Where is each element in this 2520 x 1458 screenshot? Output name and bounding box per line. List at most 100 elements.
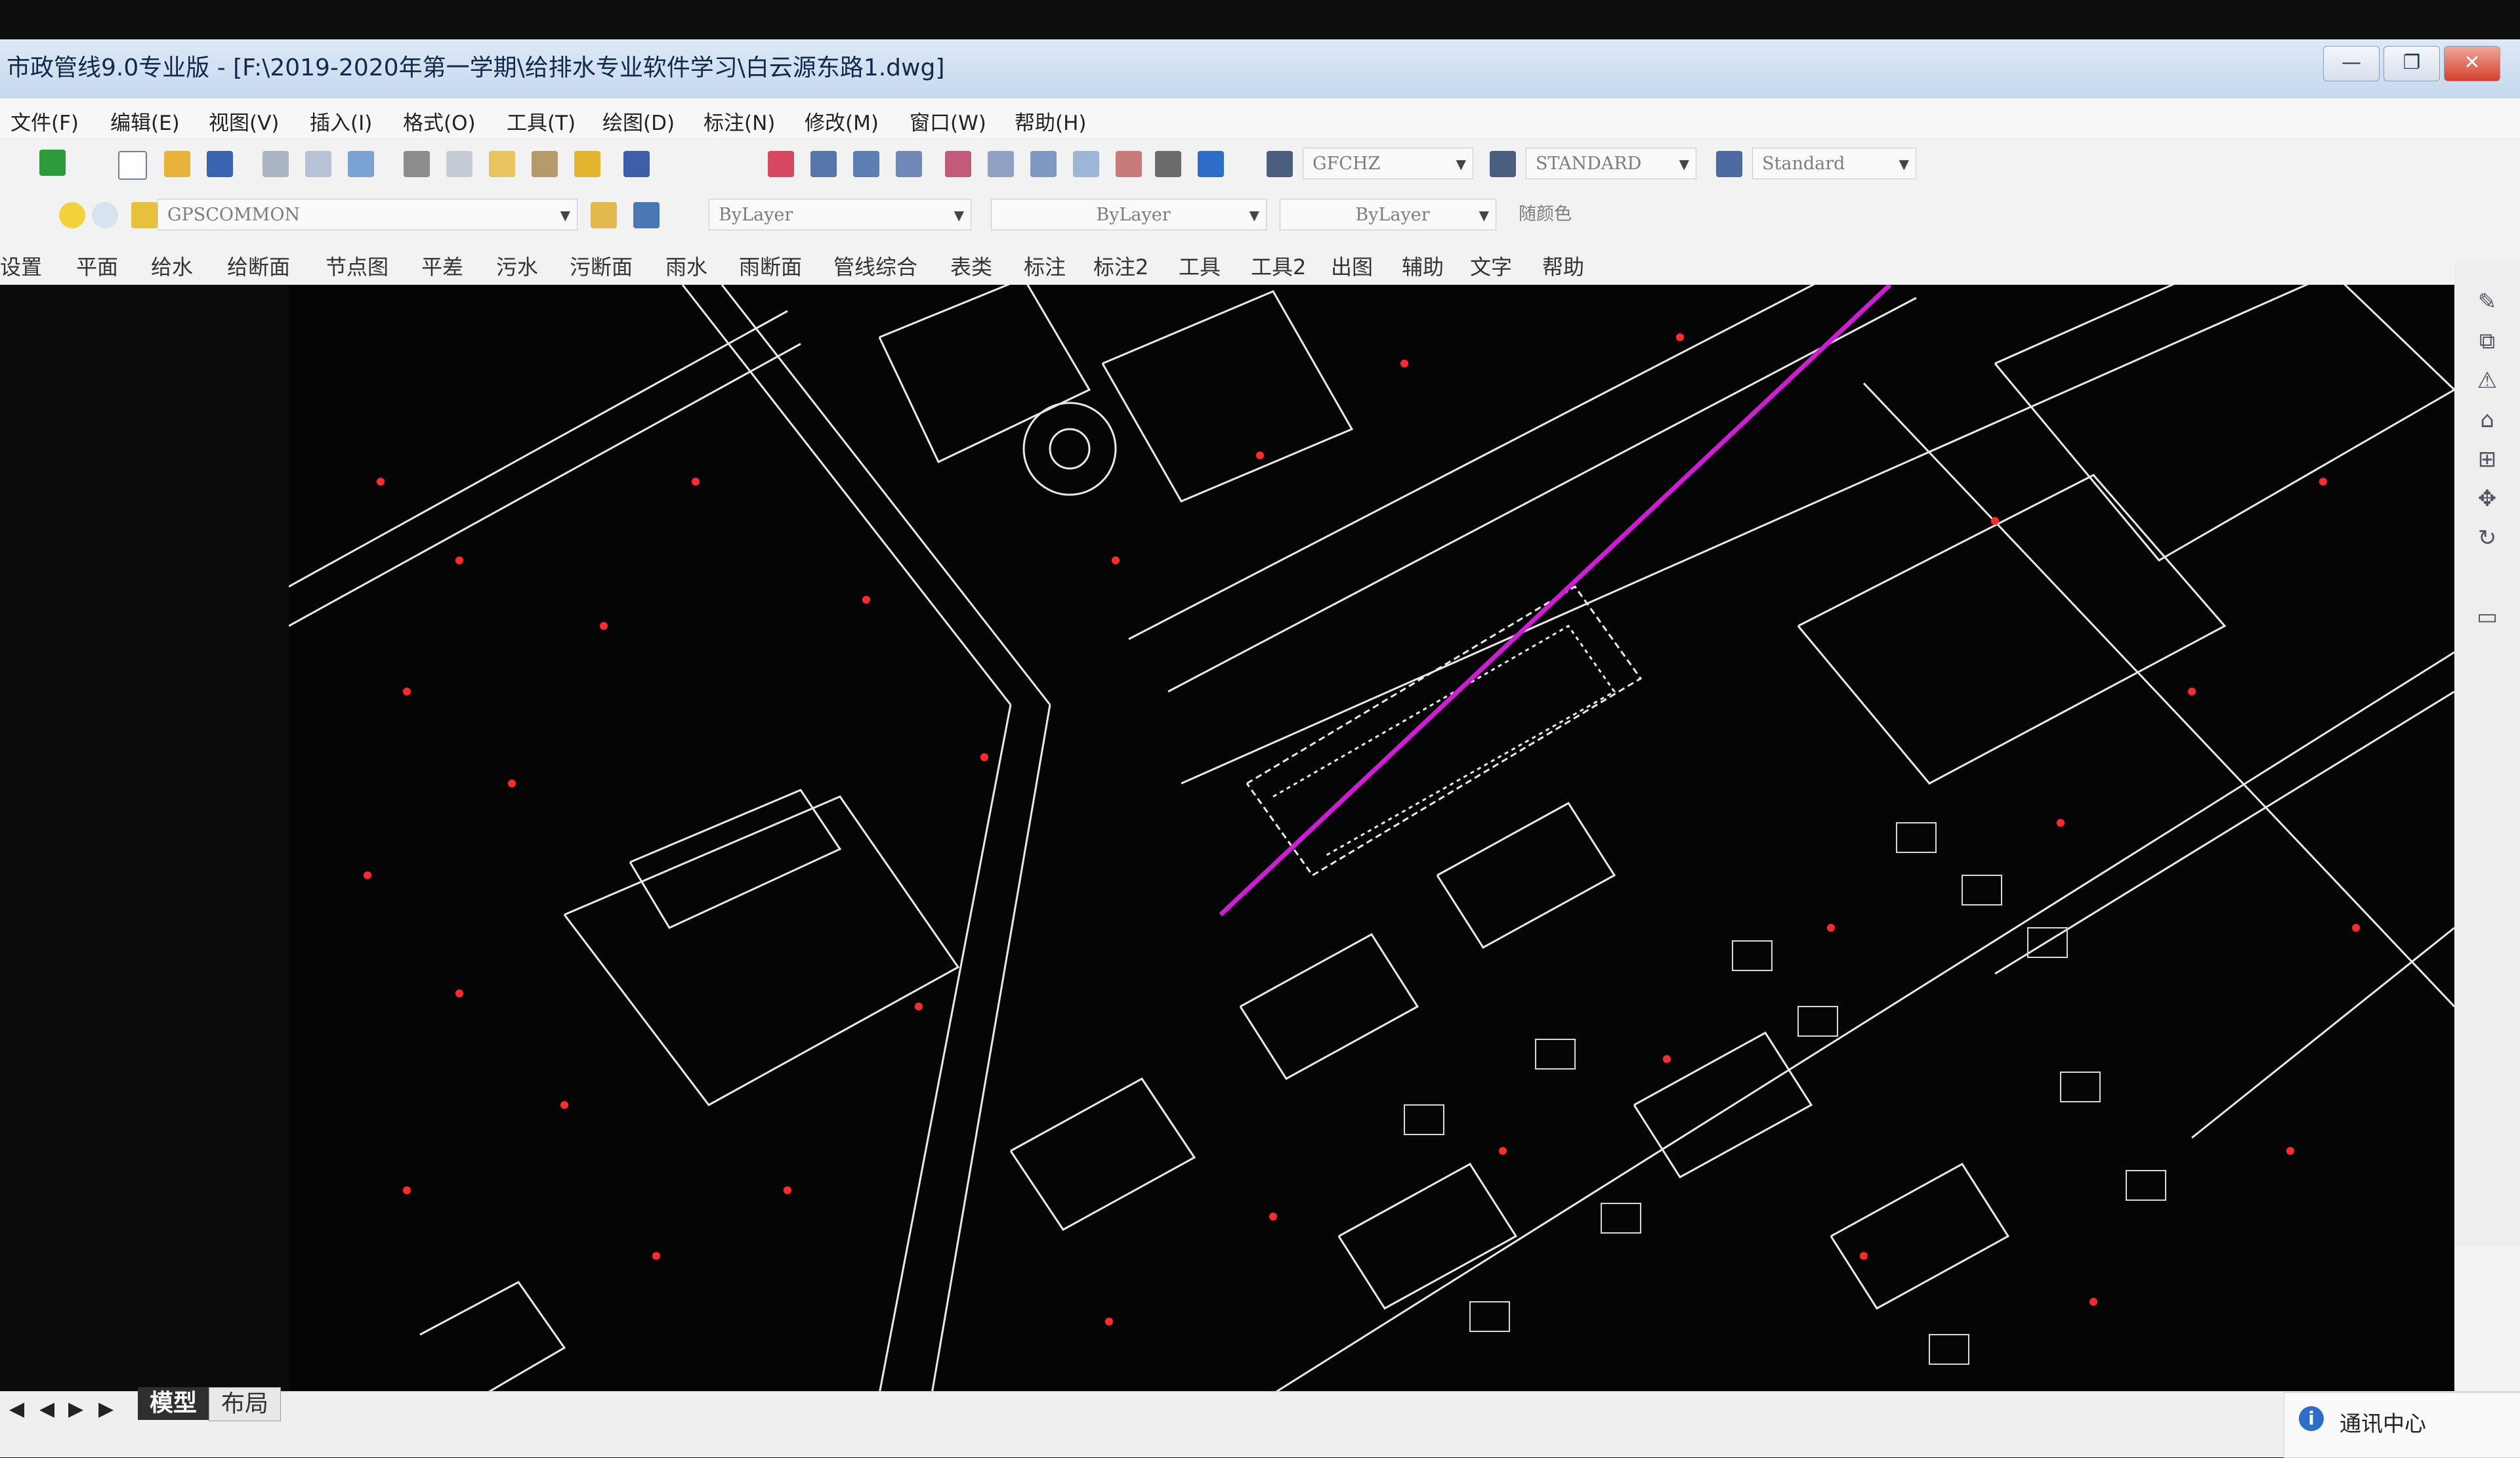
roundabout <box>1022 402 1117 496</box>
ribbon-annotate[interactable]: 标注 <box>1024 251 1066 281</box>
linetype-select[interactable]: ByLayer ▼ <box>991 199 1267 230</box>
zoom-realtime-icon[interactable] <box>810 151 837 177</box>
copy-object-icon[interactable]: ⧉ <box>2474 328 2500 354</box>
match-properties-icon[interactable] <box>532 151 558 177</box>
drawing-canvas[interactable] <box>289 285 2454 1394</box>
menu-dimension[interactable]: 标注(N) <box>704 106 775 136</box>
ribbon-sewage-section[interactable]: 污断面 <box>570 251 633 281</box>
ribbon-settings[interactable]: 设置 <box>0 251 42 281</box>
save-icon[interactable] <box>207 151 233 177</box>
erase-icon[interactable]: ✎ <box>2474 289 2500 315</box>
new-icon[interactable] <box>118 151 147 180</box>
paste-icon[interactable] <box>489 151 515 177</box>
lineweight-select[interactable]: ByLayer ▼ <box>1280 199 1496 230</box>
ribbon-sewage[interactable]: 污水 <box>496 251 538 281</box>
minimize-button[interactable]: — <box>2323 46 2380 81</box>
publish-icon[interactable] <box>348 151 374 177</box>
survey-point <box>403 1186 411 1194</box>
offset-icon[interactable]: ⌂ <box>2474 407 2500 433</box>
ribbon-annotate-2[interactable]: 标注2 <box>1093 251 1148 281</box>
markup-icon[interactable] <box>1116 151 1142 177</box>
survey-point <box>2057 819 2065 827</box>
ribbon-help[interactable]: 帮助 <box>1542 251 1584 281</box>
pan-icon[interactable] <box>768 151 794 177</box>
copy-icon[interactable] <box>446 151 472 177</box>
text-style-icon[interactable] <box>1267 151 1293 177</box>
text-style-select[interactable]: GFCHZ ▼ <box>1303 148 1473 179</box>
ribbon-tables[interactable]: 表类 <box>950 251 992 281</box>
ribbon-tools[interactable]: 工具 <box>1179 251 1221 281</box>
zoom-window-icon[interactable] <box>853 151 879 177</box>
design-center-icon[interactable] <box>988 151 1014 177</box>
close-button[interactable]: ✕ <box>2444 46 2500 81</box>
application-window: 市政管线9.0专业版 - [F:\2019-2020年第一学期\给排水专业软件学… <box>0 39 2520 1458</box>
ribbon-rain-section[interactable]: 雨断面 <box>739 251 802 281</box>
layer-previous-icon[interactable] <box>633 202 660 228</box>
menu-edit[interactable]: 编辑(E) <box>110 106 180 136</box>
left-blank-area <box>0 285 289 1400</box>
road-edge <box>721 285 1051 705</box>
undo-icon[interactable] <box>623 151 650 177</box>
preview-icon[interactable] <box>305 151 331 177</box>
road-edge <box>289 310 788 588</box>
color-select[interactable]: ByLayer ▼ <box>709 199 971 230</box>
properties-icon[interactable] <box>945 151 971 177</box>
cut-icon[interactable] <box>404 151 430 177</box>
menu-modify[interactable]: 修改(M) <box>805 106 879 136</box>
open-icon[interactable] <box>164 151 190 177</box>
block-boundary <box>1994 690 2454 975</box>
menu-help[interactable]: 帮助(H) <box>1015 106 1087 136</box>
move-icon[interactable]: ✥ <box>2474 486 2500 512</box>
ribbon-auxiliary[interactable]: 辅助 <box>1402 251 1444 281</box>
brush-icon[interactable] <box>574 151 600 177</box>
menu-file[interactable]: 文件(F) <box>10 106 79 136</box>
ribbon-tools-2[interactable]: 工具2 <box>1251 251 1306 281</box>
survey-point <box>2090 1298 2097 1306</box>
building-outline <box>1436 802 1616 949</box>
tool-palette-icon[interactable] <box>1030 151 1057 177</box>
layer-on-icon[interactable] <box>59 202 85 228</box>
table-style-icon[interactable] <box>1716 151 1742 177</box>
house <box>1797 1006 1838 1037</box>
layer-lock-icon[interactable] <box>131 202 158 228</box>
ribbon-pipeline-integration[interactable]: 管线综合 <box>833 251 917 281</box>
help-icon[interactable] <box>1198 151 1224 177</box>
zoom-previous-icon[interactable] <box>896 151 922 177</box>
maximize-button[interactable]: ❐ <box>2384 46 2440 81</box>
menu-tools[interactable]: 工具(T) <box>507 106 576 136</box>
plotstyle-select[interactable]: 随颜色 <box>1509 199 1667 230</box>
sheet-set-icon[interactable] <box>1073 151 1099 177</box>
rotate-icon[interactable]: ↻ <box>2474 525 2500 551</box>
menu-format[interactable]: 格式(O) <box>403 106 476 136</box>
menu-window[interactable]: 窗口(W) <box>910 106 986 136</box>
dim-style-select[interactable]: STANDARD ▼ <box>1526 148 1696 179</box>
mirror-icon[interactable]: ⚠ <box>2474 367 2500 394</box>
communication-center-popup[interactable]: i 通讯中心 <box>2284 1392 2520 1458</box>
layer-select[interactable]: GPSCOMMON ▼ <box>158 199 578 230</box>
ribbon-adjustment[interactable]: 平差 <box>421 251 463 281</box>
tab-model[interactable]: 模型 <box>138 1387 209 1420</box>
print-icon[interactable] <box>262 151 289 177</box>
table-style-select[interactable]: Standard ▼ <box>1752 148 1916 179</box>
ribbon-output[interactable]: 出图 <box>1331 251 1373 281</box>
ribbon-node-diagram[interactable]: 节点图 <box>326 251 388 281</box>
menu-insert[interactable]: 插入(I) <box>310 106 372 136</box>
ribbon-rain[interactable]: 雨水 <box>665 251 707 281</box>
survey-point <box>1112 556 1120 564</box>
app-icon[interactable] <box>39 150 66 176</box>
menu-draw[interactable]: 绘图(D) <box>602 106 675 136</box>
ribbon-plane[interactable]: 平面 <box>76 251 118 281</box>
ribbon-water-supply[interactable]: 给水 <box>151 251 193 281</box>
tab-layout[interactable]: 布局 <box>209 1387 282 1421</box>
layer-freeze-icon[interactable] <box>92 202 118 228</box>
array-icon[interactable]: ⊞ <box>2474 446 2500 472</box>
road-edge <box>1181 285 2309 785</box>
calculator-icon[interactable] <box>1155 151 1181 177</box>
dim-style-icon[interactable] <box>1490 151 1516 177</box>
ribbon-text[interactable]: 文字 <box>1470 251 1512 281</box>
stretch-icon[interactable]: ▭ <box>2474 604 2500 630</box>
menu-view[interactable]: 视图(V) <box>209 106 279 136</box>
building-outline <box>1101 290 1354 503</box>
make-current-icon[interactable] <box>591 202 617 228</box>
ribbon-supply-section[interactable]: 给断面 <box>227 251 290 281</box>
